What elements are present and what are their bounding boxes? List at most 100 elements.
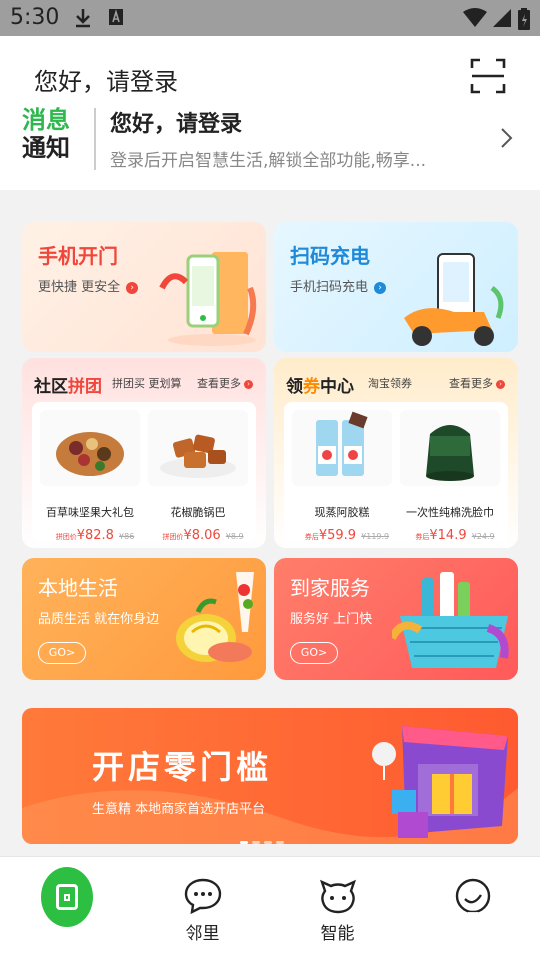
card-title: 手机开门 [38, 244, 118, 268]
card-coupon-center: 领券中心 淘宝领券 查看更多 › 现蒸阿胶糕 券后¥59.9 ¥119.9 一次性… [274, 358, 518, 548]
notice-subtitle[interactable]: 登录后开启智慧生活,解锁全部功能,畅享... [110, 146, 470, 171]
product-item[interactable]: 花椒脆锅巴 拼团价¥8.06 ¥8.9 [148, 410, 248, 543]
price-now: ¥82.8 [76, 528, 114, 543]
storefront-gifts-icon [372, 726, 508, 838]
price-old: ¥24.9 [471, 532, 495, 541]
arrow-dot-icon: › [496, 379, 505, 389]
product-price: 拼团价¥8.06 ¥8.9 [148, 524, 258, 543]
card-community-group-buy: 社区拼团 拼团买 更划算 查看更多 › 百草味坚果大礼包 拼团价¥82.8 ¥86… [22, 358, 266, 548]
price-old: ¥86 [119, 532, 135, 541]
card-subtitle: 服务好 上门快 [290, 612, 373, 627]
chevron-right-icon[interactable] [498, 126, 516, 150]
fruit-illustration-icon [176, 572, 254, 662]
price-now: ¥14.9 [429, 528, 467, 543]
card-title-part: 社区 [34, 377, 68, 397]
product-image [292, 410, 392, 486]
card-local-life[interactable]: 本地生活 品质生活 就在你身边 GO> [22, 558, 266, 680]
product-image [148, 410, 248, 486]
tab-label: 智能 [320, 924, 355, 944]
card-title-highlight: 拼团 [68, 377, 102, 397]
card-home-service[interactable]: 到家服务 服务好 上门快 GO> [274, 558, 518, 680]
watermark-logo: 962.NET [400, 908, 494, 932]
notification-a-icon [109, 9, 123, 25]
card-phone-door[interactable]: 手机开门 更快捷 更安全 › [22, 222, 266, 352]
card-tag: 拼团买 更划算 [112, 377, 182, 390]
signal-icon [493, 9, 511, 27]
notice-logo-line1: 消息 [22, 106, 70, 134]
price-now: ¥59.9 [318, 528, 357, 543]
product-name: 百草味坚果大礼包 [46, 506, 134, 519]
card-title: 社区拼团 [34, 372, 102, 397]
pagination-dot[interactable] [240, 841, 248, 844]
arrow-dot-icon: › [374, 281, 387, 294]
go-button[interactable]: GO> [290, 642, 338, 664]
face-towel-icon [426, 425, 474, 481]
product-list: 现蒸阿胶糕 券后¥59.9 ¥119.9 一次性纯棉洗脸巾 券后¥14.9 ¥2… [284, 402, 508, 543]
price-label: 券后 [415, 533, 430, 541]
price-old: ¥119.9 [361, 532, 390, 541]
product-item[interactable]: 一次性纯棉洗脸巾 券后¥14.9 ¥24.9 [400, 410, 500, 543]
price-now: ¥8.06 [183, 528, 221, 543]
banner-subtitle: 生意精 本地商家首选开店平台 [92, 802, 266, 817]
product-list: 百草味坚果大礼包 拼团价¥82.8 ¥86 花椒脆锅巴 拼团价¥8.06 ¥8.… [32, 402, 256, 543]
product-image [40, 410, 140, 486]
product-name: 现蒸阿胶糕 [314, 506, 370, 519]
card-scan-charge[interactable]: 扫码充电 手机扫码充电 › [274, 222, 518, 352]
pagination-dot[interactable] [264, 841, 272, 844]
tab-home[interactable] [0, 857, 135, 960]
card-title-highlight: 券 [303, 377, 320, 397]
product-name: 花椒脆锅巴 [170, 506, 226, 519]
door-illustration-icon [159, 252, 257, 346]
crackers-icon [160, 434, 236, 478]
card-title: 领券中心 [286, 372, 354, 397]
nuts-icon [56, 432, 124, 476]
chat-bubble-icon [184, 878, 222, 915]
header: 您好，请登录 消息 通知 您好，请登录 登录后开启智慧生活,解锁全部功能,畅享.… [0, 36, 540, 190]
open-store-banner[interactable]: 开店零门槛 生意精 本地商家首选开店平台 [22, 708, 518, 844]
card-subtitle: 品质生活 就在你身边 [38, 612, 160, 627]
pagination-dot[interactable] [276, 841, 284, 844]
pagination-dot[interactable] [252, 841, 260, 844]
scan-icon[interactable] [470, 58, 506, 94]
scooter-illustration-icon [404, 253, 504, 346]
wifi-icon [463, 8, 487, 27]
view-more-link[interactable]: 查看更多 › [449, 375, 505, 391]
product-item[interactable]: 现蒸阿胶糕 券后¥59.9 ¥119.9 [292, 410, 392, 543]
notice-logo: 消息 通知 [22, 106, 80, 162]
card-title: 本地生活 [38, 576, 118, 600]
card-tag: 淘宝领券 [368, 377, 412, 390]
card-subtitle-text: 手机扫码充电 [290, 280, 369, 295]
gelatin-cake-icon [316, 411, 368, 476]
card-subtitle: 手机扫码充电 › [290, 276, 387, 295]
price-label: 拼团价 [55, 533, 77, 541]
tab-smart[interactable]: 智能 [270, 857, 405, 960]
product-item[interactable]: 百草味坚果大礼包 拼团价¥82.8 ¥86 [40, 410, 140, 543]
tab-neighbors[interactable]: 邻里 [135, 857, 270, 960]
tab-label: 邻里 [185, 924, 220, 944]
product-image [400, 410, 500, 486]
price-label: 券后 [304, 533, 319, 541]
card-subtitle: 更快捷 更安全 › [38, 276, 139, 295]
go-button[interactable]: GO> [38, 642, 86, 664]
view-more-link[interactable]: 查看更多 › [197, 375, 253, 391]
product-name: 一次性纯棉洗脸巾 [406, 506, 494, 519]
arrow-dot-icon: › [244, 379, 253, 389]
smart-robot-icon [320, 879, 356, 914]
card-subtitle-text: 更快捷 更安全 [38, 280, 121, 295]
product-price: 券后¥59.9 ¥119.9 [292, 524, 402, 543]
login-greeting[interactable]: 您好，请登录 [34, 62, 178, 97]
download-icon [76, 9, 90, 28]
arrow-dot-icon: › [126, 281, 139, 294]
card-title-part: 中心 [320, 377, 354, 397]
banner-title: 开店零门槛 [92, 748, 273, 786]
product-price: 券后¥14.9 ¥24.9 [400, 524, 510, 543]
card-title-part: 领 [286, 377, 303, 397]
status-bar: 5:30 [0, 0, 540, 36]
card-title: 扫码充电 [290, 244, 370, 268]
battery-icon [518, 8, 530, 30]
banner-pagination [240, 829, 288, 844]
notice-title[interactable]: 您好，请登录 [110, 106, 242, 138]
notice-logo-line2: 通知 [22, 134, 70, 162]
view-more-text: 查看更多 [197, 377, 241, 390]
card-title: 到家服务 [290, 576, 370, 600]
